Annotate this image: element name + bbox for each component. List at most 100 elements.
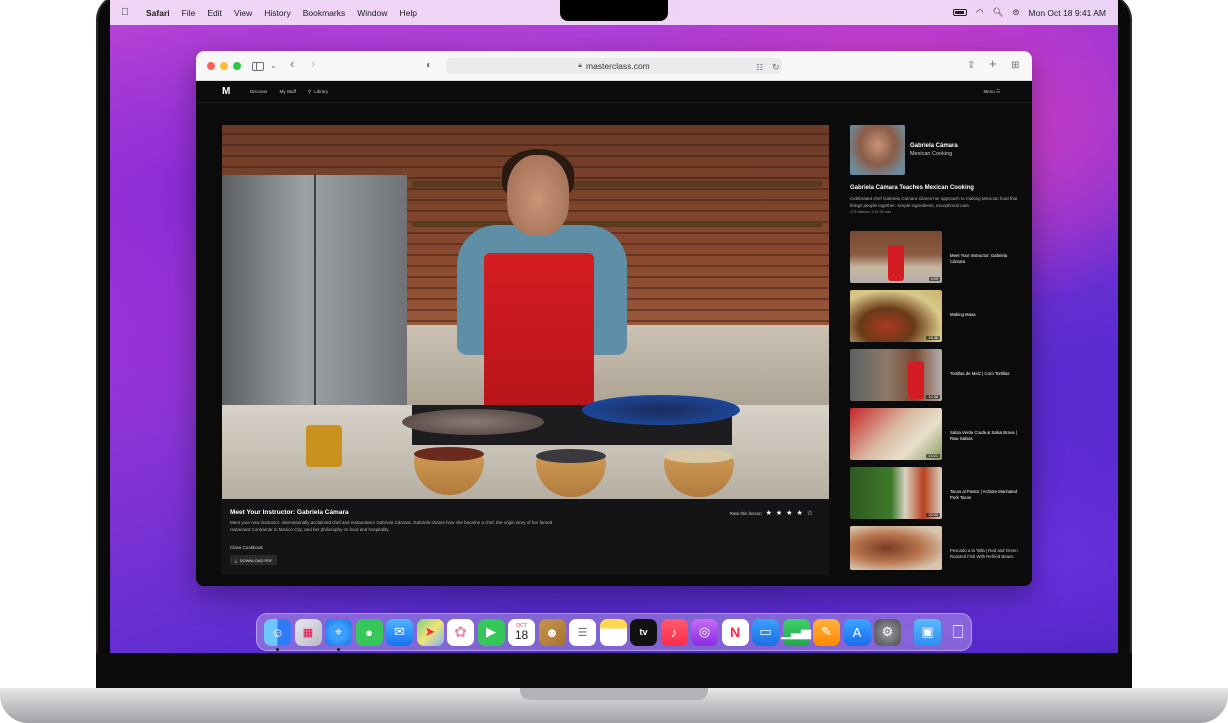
lesson-list-item[interactable]: 16:36 Making Masa — [850, 290, 1020, 342]
apple-tv-icon[interactable]: tv — [630, 618, 657, 646]
menu-help[interactable]: Help — [393, 8, 422, 18]
nav-library[interactable]: Library — [314, 89, 328, 94]
safari-icon[interactable]: ⌖ — [325, 618, 352, 651]
laptop-chin — [96, 653, 1132, 690]
download-label: DOWNLOAD PDF — [239, 557, 273, 563]
star-outline-icon[interactable]: ☆ — [807, 509, 813, 517]
video-player[interactable] — [222, 125, 829, 499]
control-center-icon[interactable]: ⊜ — [1012, 7, 1019, 18]
lesson-thumbnail: 16:36 — [850, 290, 942, 342]
messages-icon[interactable]: ● — [355, 618, 383, 646]
download-icon: ⤓ — [235, 557, 237, 563]
music-icon[interactable]: ♪ — [660, 618, 688, 646]
news-icon[interactable]: N — [721, 618, 749, 646]
calendar-icon[interactable]: OCT 18 — [508, 618, 535, 646]
safari-window: ⌄ ‹ › ◐ 🔒︎ masterclass.com ☷ ↻ ⇪ + ⊞ M D… — [196, 51, 1032, 586]
lesson-duration: 4:09 — [928, 277, 940, 281]
notes-icon[interactable] — [599, 618, 627, 646]
search-icon[interactable]: ⚲ — [308, 89, 311, 95]
app-store-icon[interactable]: A — [843, 618, 871, 646]
back-icon[interactable]: ‹ — [290, 57, 294, 71]
lesson-list-item[interactable]: 14:38 Tortillas de Maíz | Corn Tortillas — [850, 349, 1020, 401]
spotlight-icon[interactable]: 🔍︎ — [993, 7, 1004, 18]
zoom-window-button[interactable] — [233, 61, 241, 70]
menu-button[interactable]: Menu ☰ — [983, 89, 1000, 95]
menu-clock[interactable]: Mon Oct 18 9:41 AM — [1029, 8, 1106, 18]
tv-label: tv — [639, 627, 648, 637]
keynote-icon[interactable]: ▭ — [752, 618, 779, 646]
reload-icon[interactable]: ↻ — [772, 60, 780, 74]
privacy-shield-icon[interactable]: ◐ — [426, 59, 432, 73]
forward-icon[interactable]: › — [311, 57, 315, 71]
share-icon[interactable]: ⇪ — [967, 59, 975, 73]
star-icon[interactable]: ★ — [786, 509, 792, 517]
chef-apron — [484, 253, 594, 423]
lesson-duration: 16:36 — [926, 336, 940, 340]
instructor-category: Mexican Cooking — [910, 151, 953, 157]
nav-discover[interactable]: Discover — [250, 89, 268, 94]
chef-face — [507, 155, 569, 235]
close-window-button[interactable] — [207, 61, 215, 70]
trash-icon[interactable]: ⎕ — [945, 619, 972, 646]
lesson-list-item[interactable]: 4:09 Meet Your Instructor: Gabriela Cáma… — [850, 231, 1020, 283]
apple-menu-icon[interactable]:  — [110, 7, 140, 18]
battery-icon[interactable] — [953, 9, 968, 16]
menu-view[interactable]: View — [228, 8, 258, 18]
star-icon[interactable]: ★ — [796, 509, 802, 517]
course-description: Celebrated chef Gabriela Cámara shares h… — [850, 196, 1018, 208]
nav-my-stuff[interactable]: My Stuff — [280, 89, 296, 94]
comal — [402, 409, 544, 435]
mail-icon[interactable]: ✉ — [386, 618, 413, 646]
download-pdf-button[interactable]: ⤓ DOWNLOAD PDF — [230, 555, 278, 565]
instructor-photo[interactable] — [850, 125, 905, 175]
masterclass-logo[interactable]: M — [222, 86, 238, 97]
menu-history[interactable]: History — [258, 8, 296, 18]
menu-window[interactable]: Window — [351, 8, 393, 18]
reminders-icon[interactable]: ☰ — [569, 618, 596, 646]
lesson-thumbnail: 14:21 — [850, 408, 942, 460]
menu-bookmarks[interactable]: Bookmarks — [297, 8, 352, 18]
contacts-icon[interactable]: ☻ — [538, 618, 566, 646]
instructor-name[interactable]: Gabriela Cámara — [910, 143, 958, 149]
translate-icon[interactable]: ☷ — [756, 61, 763, 75]
system-preferences-icon[interactable]: ⚙ — [874, 618, 901, 646]
lesson-item-title: Meet Your Instructor: Gabriela Cámara — [950, 253, 1008, 264]
dock: ☺ ▦ ⌖ ● ✉ ➤ ✿ ▶ OCT 18 ☻ ☰ tv ♪ ◎ N ▭ ▁▃… — [256, 613, 972, 651]
new-tab-icon[interactable]: + — [989, 57, 997, 71]
sidebar-toggle-icon[interactable] — [252, 62, 264, 71]
pages-icon[interactable]: ✎ — [813, 618, 840, 646]
tab-overview-icon[interactable]: ⊞ — [1011, 59, 1019, 73]
safari-toolbar: ⌄ ‹ › ◐ 🔒︎ masterclass.com ☷ ↻ ⇪ + ⊞ — [196, 51, 1032, 81]
star-icon[interactable]: ★ — [776, 509, 782, 517]
downloads-folder-icon[interactable]: ▣ — [914, 618, 941, 646]
menu-file[interactable]: File — [176, 8, 202, 18]
shelf — [412, 221, 822, 227]
bowl-beans-top — [414, 447, 484, 461]
menu-edit[interactable]: Edit — [201, 8, 228, 18]
course-title: Gabriela Cámara Teaches Mexican Cooking — [850, 185, 974, 191]
address-bar[interactable]: 🔒︎ masterclass.com — [446, 58, 782, 74]
lesson-rating: Rate this lesson ★ ★ ★ ★ ☆ — [730, 509, 813, 517]
photos-icon[interactable]: ✿ — [447, 618, 474, 646]
maps-icon[interactable]: ➤ — [416, 618, 444, 646]
menu-extras: ◠ 🔍︎ ⊜ Mon Oct 18 9:41 AM — [953, 0, 1106, 25]
lesson-thumbnail — [850, 526, 942, 570]
lesson-thumbnail: 4:09 — [850, 231, 942, 283]
star-icon[interactable]: ★ — [766, 509, 772, 517]
minimize-window-button[interactable] — [220, 61, 228, 70]
numbers-icon[interactable]: ▁▃▅ — [781, 618, 811, 646]
lesson-list-item[interactable]: 14:21 Salsa Verde Cruda & Salsa Brava | … — [850, 408, 1020, 460]
url-text: masterclass.com — [585, 61, 650, 71]
app-menu[interactable]: Safari — [140, 8, 176, 18]
lesson-list-item[interactable]: 22:02 Tacos al Pastor | Achiote Marinate… — [850, 467, 1020, 519]
camera-notch — [560, 0, 668, 21]
podcasts-icon[interactable]: ◎ — [691, 618, 718, 646]
wifi-icon[interactable]: ◠ — [976, 7, 983, 18]
chevron-down-icon[interactable]: ⌄ — [270, 59, 277, 73]
lesson-list-item[interactable]: Pescado a la Talla | Red and Green Roast… — [850, 526, 1020, 570]
lesson-thumbnail: 22:02 — [850, 467, 942, 519]
finder-icon[interactable]: ☺ — [264, 618, 291, 651]
facetime-icon[interactable]: ▶ — [477, 618, 505, 646]
launchpad-icon[interactable]: ▦ — [294, 618, 322, 646]
lesson-item-title: Tacos al Pastor | Achiote Marinated Pork… — [950, 489, 1018, 500]
